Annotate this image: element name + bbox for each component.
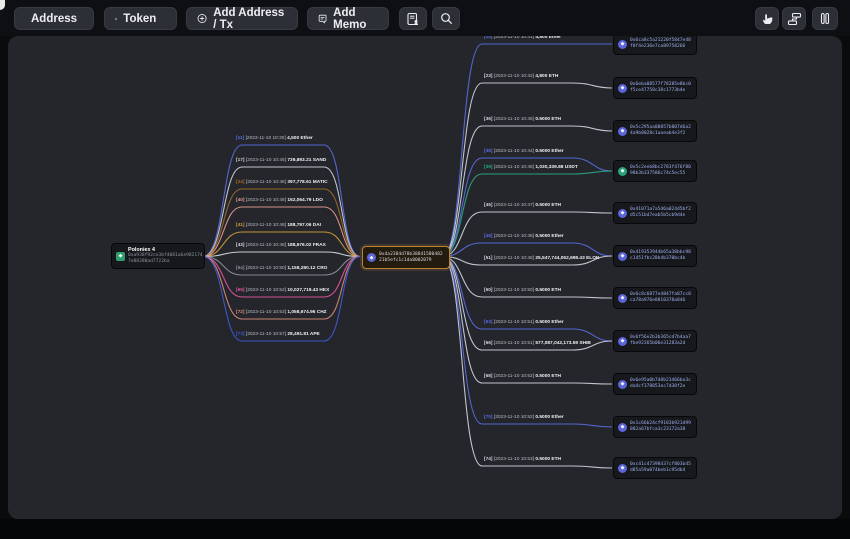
edge-layer: [8, 36, 842, 519]
graph-node-destination[interactable]: ◆0x6ca8c5a21220f5847e48f8f4e236e7ca89758…: [613, 36, 697, 55]
edge-label[interactable]: [38] [2023-11-10 10:44] 0.5000 Ether: [484, 150, 564, 155]
token-filter-button[interactable]: Token: [104, 7, 177, 30]
edge-label[interactable]: [36] [2023-11-10 10:45] 0.5000 ETH: [484, 118, 561, 123]
edge-label[interactable]: [43] [2023-11-10 10:48] 188,676.02 FRAX: [236, 244, 326, 249]
edge-label[interactable]: [14] [2023-11-10 10:41] 4,800 Ether: [484, 36, 561, 41]
transfer-edge[interactable]: [442, 257, 612, 351]
edge-label[interactable]: [39] [2023-11-10 10:45] 1,030,339.88 USD…: [484, 166, 578, 171]
edge-label[interactable]: [60] [2023-11-10 10:50] 0.5000 ETH: [484, 289, 561, 294]
eth-icon: ◆: [618, 337, 627, 346]
graph-node-center-selected[interactable]: ◆ 0x4a2384d78b3884158048221b5efc1c1da800…: [362, 246, 450, 269]
eth-icon: ◆: [618, 423, 627, 432]
destination-node-address: 0x1c66b24cf9183b921d99882a67bfca3c23172a…: [630, 421, 692, 433]
edge-label[interactable]: [34] [2023-11-10 10:46] 397,778.61 MATIC: [236, 181, 328, 186]
transfer-edge[interactable]: [203, 252, 360, 257]
edge-label[interactable]: [73] [2023-11-10 10:57] 28,491.81 APE: [236, 333, 320, 338]
edge-label[interactable]: [41] [2023-11-10 10:48] 188,797.06 DAI: [236, 224, 321, 229]
add-address-tx-button[interactable]: Add Address / Tx: [186, 7, 298, 30]
graph-node-destination[interactable]: ◆0xc41c47398437cf803b45d85a59a074beb1c95…: [613, 457, 697, 479]
eth-icon: ◆: [618, 252, 627, 261]
eth-icon: ◆: [618, 294, 627, 303]
eth-icon: ◆: [618, 84, 627, 93]
graph-node-destination[interactable]: ◆0x5c295aa08857b807d6a24a9b8028c1aaeab4e…: [613, 120, 697, 142]
graph-node-destination[interactable]: ◆0x6eba08577f78285e8bc0f5ce47758c38c1773…: [613, 77, 697, 99]
window-corner-artifact: [0, 0, 5, 10]
pause-icon: [819, 12, 831, 25]
address-filter-button[interactable]: Address: [14, 7, 94, 30]
add-memo-button[interactable]: Add Memo: [307, 7, 389, 30]
address-report-icon: [406, 12, 420, 26]
eth-icon: ◆: [367, 253, 376, 262]
edge-label[interactable]: [68] [2023-11-10 10:52] 0.5000 ETH: [484, 375, 561, 380]
pan-tool-button[interactable]: [755, 7, 779, 30]
add-address-tx-label: Add Address / Tx: [213, 7, 287, 31]
app-window: Address Token Add Address / T: [0, 0, 850, 539]
edge-label[interactable]: [72] [2023-11-10 10:53] 1,058,674.96 CHZ: [236, 311, 327, 316]
destination-node-address: 0x6f56e2b3b365cd7b4aa7fbe92365b06e31283a…: [630, 335, 692, 347]
eth-icon: ◆: [618, 40, 627, 49]
edge-label[interactable]: [11] [2023-11-10 10:30] 4,500 Ether: [236, 137, 313, 142]
eth-icon: ◆: [618, 380, 627, 389]
memo-icon: [318, 13, 327, 25]
graph-node-destination[interactable]: ◆0x41071a7a5d6a024d5bf2d5c51bd7eab5b5cb9…: [613, 202, 697, 224]
chevron-down-icon: [164, 14, 166, 23]
plus-circle-icon: [197, 12, 207, 25]
graph-node-destination[interactable]: ◆0x1c66b24cf9183b921d99882a67bfca3c23172…: [613, 416, 697, 438]
edge-label[interactable]: [74] [2023-11-10 10:53] 0.5000 ETH: [484, 458, 561, 463]
eth-icon: ◆: [618, 209, 627, 218]
address-filter-label: Address: [31, 13, 77, 25]
graph-node-destination[interactable]: ◆0x419353944b65a38bbc98c1451fbc28b4b370b…: [613, 245, 697, 267]
eth-icon: ◆: [618, 127, 627, 136]
graph-node-destination[interactable]: ◆0x6f56e2b3b365cd7b4aa7fbe92365b06e31283…: [613, 330, 697, 352]
grid-icon: [115, 13, 117, 25]
edge-label[interactable]: [63] [2023-11-10 10:51] 0.5000 Ether: [484, 321, 564, 326]
graph-node-poloniex[interactable]: ◆ Poloniex 4 0xa938f92ce3bf4081a6e982174…: [111, 243, 205, 269]
address-report-button[interactable]: [399, 7, 427, 30]
destination-node-address: 0x419353944b65a38bbc98c1451fbc28b4b370bc…: [630, 250, 692, 262]
destination-node-address: 0x41071a7a5d6a024d5bf2d5c51bd7eab5b5cb9d…: [630, 207, 692, 219]
edge-label[interactable]: [48] [2023-11-10 10:48] 0.5000 Ether: [484, 235, 564, 240]
edge-label[interactable]: [40] [2023-11-10 10:46] 152,064.79 LDO: [236, 199, 323, 204]
graph-node-destination[interactable]: ◆0x6e95a0b7d8b23466ba3cda4cf378853ac7d30…: [613, 373, 697, 395]
edge-label[interactable]: [17] [2023-11-10 10:45] 739,893.21 SAND: [236, 159, 326, 164]
exchange-icon: ◆: [116, 252, 125, 261]
edge-label[interactable]: [66] [2023-11-10 10:51] 577,087,042,173.…: [484, 342, 591, 347]
auto-layout-icon: [787, 12, 802, 26]
edge-label[interactable]: [69] [2023-11-10 10:52] 10,027,719.43 HE…: [236, 289, 329, 294]
destination-node-address: 0x6e95a0b7d8b23466ba3cda4cf378853ac7d30f…: [630, 378, 692, 390]
hand-icon: [761, 12, 774, 25]
edge-label[interactable]: [70] [2023-11-10 10:52] 0.5000 Ether: [484, 416, 564, 421]
pause-layout-button[interactable]: [812, 7, 838, 30]
eth-icon: ◆: [618, 167, 627, 176]
center-node-address: 0x4a2384d78b3884158048221b5efc1c1da80020…: [379, 252, 445, 264]
edge-label[interactable]: [23] [2023-11-10 10:42] 4,800 ETH: [484, 75, 558, 80]
destination-node-address: 0x5c295aa08857b807d6a24a9b8028c1aaeab4e3…: [630, 125, 692, 137]
graph-node-destination[interactable]: ◆0x5c2eeb8bc2783f476f8098b3b337586c74c5e…: [613, 160, 697, 182]
edge-label[interactable]: [64] [2023-11-10 10:50] 1,158,280.12 CRO: [236, 267, 327, 272]
transfer-edge[interactable]: [442, 243, 612, 257]
token-filter-label: Token: [123, 13, 156, 25]
destination-node-address: 0xc41c47398437cf803b45d85a59a074beb1c95d…: [630, 462, 692, 474]
destination-node-address: 0x6eba08577f78285e8bc0f5ce47758c38c1773b…: [630, 82, 692, 94]
search-button[interactable]: [432, 7, 460, 30]
edge-label[interactable]: [45] [2023-11-10 10:47] 0.5000 ETH: [484, 204, 561, 209]
add-memo-label: Add Memo: [333, 7, 378, 31]
auto-layout-button[interactable]: [782, 7, 806, 30]
destination-node-address: 0x6c8c6877e4847fa87cc8ca78a976e8810378a8…: [630, 292, 692, 304]
transfer-edge[interactable]: [442, 171, 612, 257]
edge-label[interactable]: [51] [2023-11-10 10:48] 25,547,744,052,6…: [484, 257, 599, 262]
destination-node-address: 0x5c2eeb8bc2783f476f8098b3b337586c74c5ec…: [630, 165, 692, 177]
toolbar: Address Token Add Address / T: [0, 0, 850, 36]
bottom-bar: [0, 519, 850, 539]
graph-node-destination[interactable]: ◆0x6c8c6877e4847fa87cc8ca78a976e8810378a…: [613, 287, 697, 309]
search-icon: [440, 12, 453, 25]
destination-node-address: 0x6ca8c5a21220f5847e48f8f4e236e7ca897582…: [630, 38, 692, 50]
eth-icon: ◆: [618, 464, 627, 473]
graph-canvas[interactable]: [11] [2023-11-10 10:30] 4,500 Ether [17] …: [8, 36, 842, 519]
source-node-address: 0xa938f92ce3bf4081a6e9821747e88280ad7722…: [128, 253, 204, 265]
